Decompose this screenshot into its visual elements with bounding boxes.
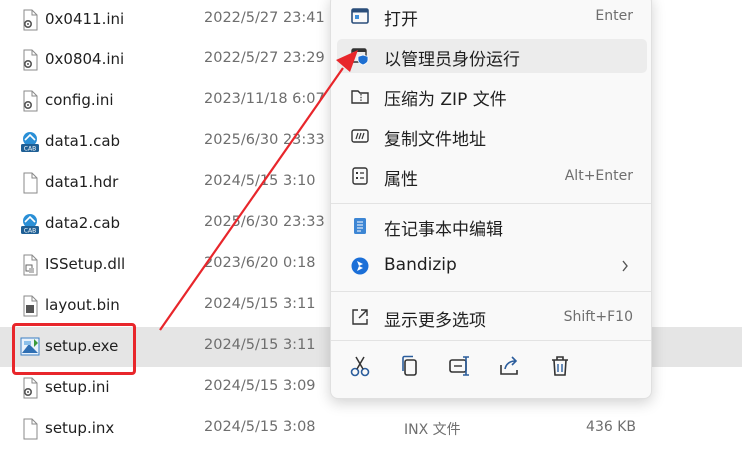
menu-item-bandizip[interactable]: Bandizip xyxy=(337,249,647,283)
menu-item-label: 显示更多选项 xyxy=(384,311,486,331)
chevron-right-icon xyxy=(622,260,628,272)
menu-item-label: Bandizip xyxy=(384,255,457,275)
menu-item-show-more-options[interactable]: 显示更多选项 Shift+F10 xyxy=(337,300,647,334)
file-name: ISSetup.dll xyxy=(45,255,126,273)
notepad-icon xyxy=(354,218,366,234)
settings-file-icon xyxy=(23,49,38,71)
settings-file-icon xyxy=(23,377,38,399)
menu-item-label: 属性 xyxy=(384,170,418,190)
bandizip-icon xyxy=(351,257,369,275)
menu-separator xyxy=(331,291,651,292)
settings-file-icon xyxy=(23,418,38,440)
settings-file-icon xyxy=(23,90,38,112)
file-name: 0x0804.ini xyxy=(45,50,125,68)
file-date: 2025/6/30 23:33 xyxy=(204,214,325,230)
svg-text:CAB: CAB xyxy=(24,228,36,235)
file-name: data1.hdr xyxy=(45,173,119,191)
cab-file-icon: CAB xyxy=(21,132,39,153)
more-options-icon xyxy=(352,309,368,325)
cut-icon[interactable] xyxy=(347,353,373,379)
file-name: config.ini xyxy=(45,91,114,109)
properties-icon xyxy=(352,167,368,185)
file-name: layout.bin xyxy=(45,296,120,314)
file-date: 2024/5/15 3:10 xyxy=(204,173,316,189)
menu-item-label: 复制文件地址 xyxy=(384,130,486,150)
menu-item-label: 在记事本中编辑 xyxy=(384,220,503,240)
settings-file-icon xyxy=(23,9,38,31)
menu-item-run-as-admin[interactable]: 以管理员身份运行 xyxy=(337,39,647,73)
file-date: 2023/6/20 0:18 xyxy=(204,255,316,271)
file-name: setup.inx xyxy=(45,419,115,437)
file-row[interactable]: setup.inx 2024/5/15 3:08 INX 文件 436 KB xyxy=(0,409,742,449)
zip-folder-icon xyxy=(351,90,369,104)
file-size: 436 KB xyxy=(586,419,636,435)
file-date: 2022/5/27 23:41 xyxy=(204,10,325,26)
file-name: setup.ini xyxy=(45,378,110,396)
share-icon[interactable] xyxy=(497,353,523,379)
menu-separator xyxy=(331,340,651,341)
menu-item-edit-notepad[interactable]: 在记事本中编辑 xyxy=(337,209,647,243)
file-name: 0x0411.ini xyxy=(45,10,125,28)
copy-path-icon xyxy=(351,129,369,143)
dll-file-icon xyxy=(23,254,38,276)
highlight-box xyxy=(12,323,136,375)
menu-item-shortcut: Enter xyxy=(595,8,633,24)
blank-file-icon xyxy=(23,172,38,194)
file-name: data1.cab xyxy=(45,132,121,150)
svg-text:CAB: CAB xyxy=(24,146,36,153)
cab-file-icon: CAB xyxy=(21,214,39,235)
file-name: data2.cab xyxy=(45,214,121,232)
delete-icon[interactable] xyxy=(547,353,573,379)
menu-item-properties[interactable]: 属性 Alt+Enter xyxy=(337,159,647,193)
open-app-icon xyxy=(351,8,369,24)
file-date: 2024/5/15 3:11 xyxy=(204,296,316,312)
menu-item-shortcut: Alt+Enter xyxy=(564,168,633,184)
menu-item-label: 压缩为 ZIP 文件 xyxy=(384,90,507,110)
file-date: 2022/5/27 23:29 xyxy=(204,50,325,66)
menu-item-label: 以管理员身份运行 xyxy=(384,50,520,70)
file-date: 2023/11/18 6:07 xyxy=(204,91,325,107)
file-type: INX 文件 xyxy=(404,422,461,438)
menu-item-label: 打开 xyxy=(384,10,418,30)
file-date: 2024/5/15 3:11 xyxy=(204,337,316,353)
file-date: 2025/6/30 23:33 xyxy=(204,132,325,148)
rename-icon[interactable] xyxy=(447,353,473,379)
file-date: 2024/5/15 3:09 xyxy=(204,378,316,394)
menu-separator xyxy=(331,203,651,204)
menu-item-open[interactable]: 打开 Enter xyxy=(337,0,647,33)
menu-item-shortcut: Shift+F10 xyxy=(563,309,633,325)
context-menu: 打开 Enter 以管理员身份运行 压缩为 ZIP 文件 复制文件地址 属性 A… xyxy=(330,0,652,399)
shield-admin-icon xyxy=(351,48,369,66)
bin-file-icon xyxy=(23,295,38,317)
menu-item-compress-zip[interactable]: 压缩为 ZIP 文件 xyxy=(337,79,647,113)
menu-item-copy-path[interactable]: 复制文件地址 xyxy=(337,119,647,153)
file-date: 2024/5/15 3:08 xyxy=(204,419,316,435)
copy-icon[interactable] xyxy=(397,353,423,379)
